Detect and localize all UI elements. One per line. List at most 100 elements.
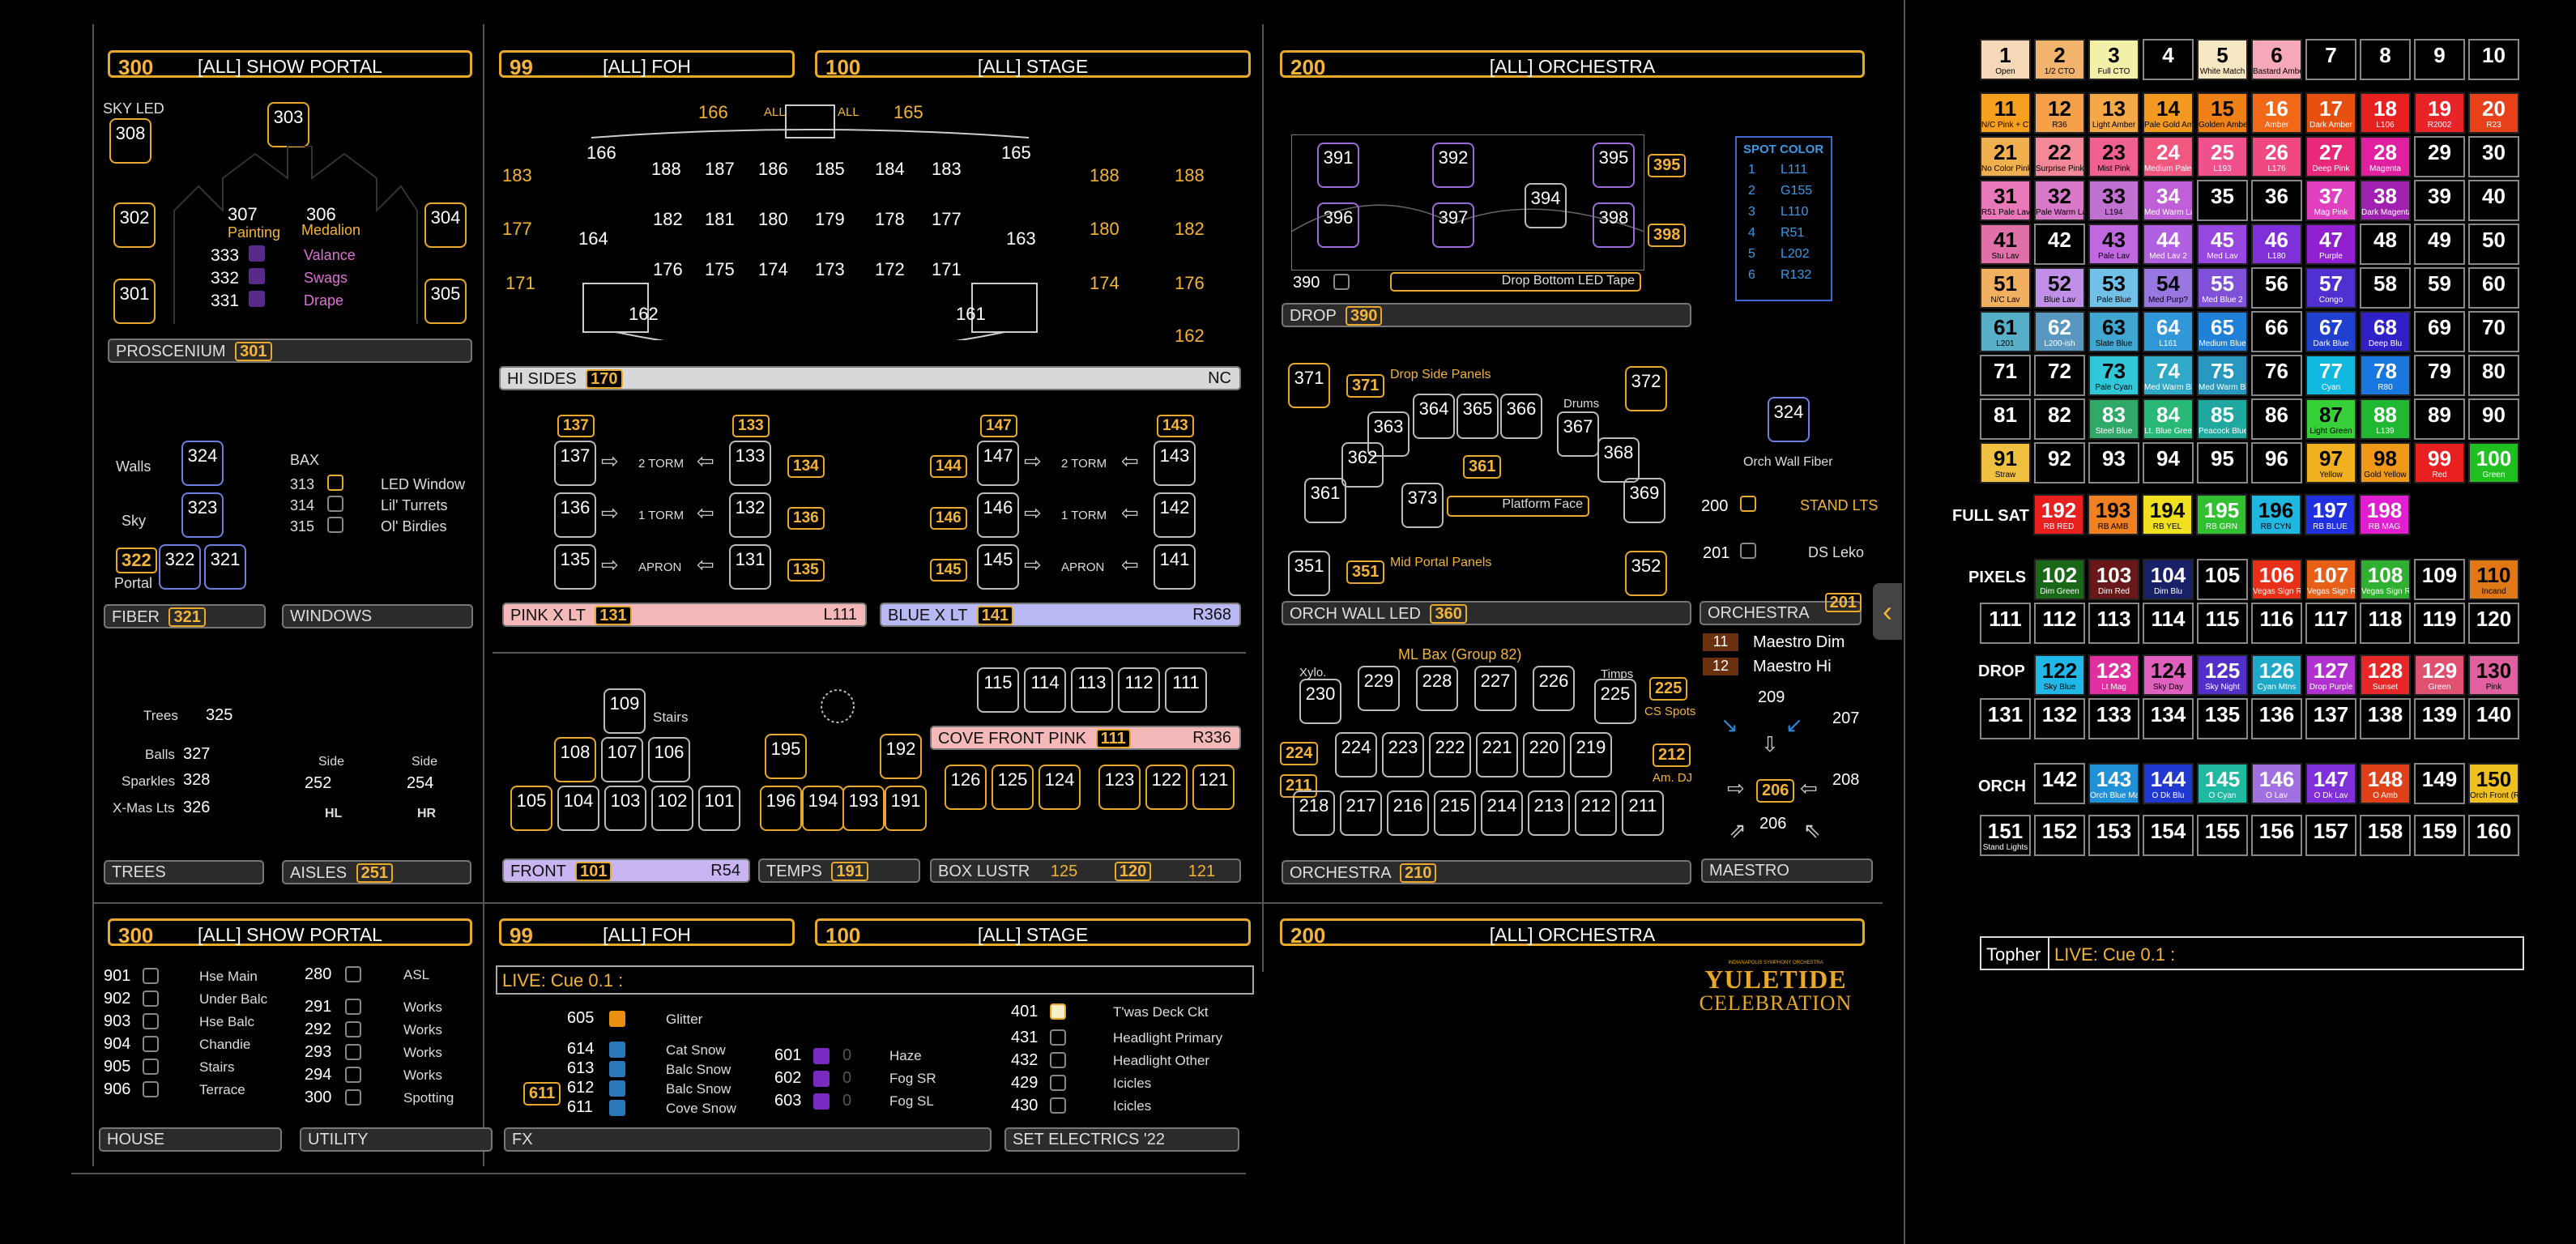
drop-palette-cell-130[interactable]: 130 Pink [2468, 654, 2519, 696]
fx-bar[interactable]: FX [504, 1127, 992, 1152]
orch-wall-fiber-324[interactable]: 324 [1768, 397, 1810, 442]
platform-face-bar[interactable]: Platform Face [1447, 496, 1589, 517]
drop-palette-cell-123[interactable]: 123 Lt Mag [2088, 654, 2139, 696]
orch-channel-227[interactable]: 227 [1474, 666, 1516, 711]
torm-tag-137[interactable]: 137 [557, 415, 595, 437]
fx-tag-611[interactable]: 611 [523, 1082, 561, 1106]
ds-leko-201[interactable]: 201 [1703, 544, 1729, 563]
orchwall-channel-369[interactable]: 369 [1623, 478, 1665, 523]
orchwall-channel-373[interactable]: 373 [1401, 483, 1444, 528]
orch-tag-212[interactable]: 212 [1653, 743, 1691, 767]
torm-channel-142[interactable]: 142 [1154, 492, 1196, 538]
torm-side-tag-145[interactable]: 145 [930, 559, 967, 582]
drop-palette-cell-125[interactable]: 125 Sky Night [2197, 654, 2248, 696]
palette-cell-11[interactable]: 11N/C Pink + CTO [1980, 92, 2031, 134]
header-show-portal[interactable]: 300 [ALL] SHOW PORTAL [108, 50, 472, 79]
palette-cell-12[interactable]: 12 R36 [2034, 92, 2085, 134]
orchestra-201-tag[interactable]: 201 [1824, 593, 1862, 612]
header-stage[interactable]: 100 [ALL] STAGE [815, 50, 1251, 79]
foh-162[interactable]: 162 [629, 304, 659, 325]
maestro-tag-206[interactable]: 206 [1756, 779, 1795, 803]
palette-cell-68[interactable]: 68 Deep Blu [2360, 311, 2411, 352]
orch-palette-cell-142[interactable]: 142 [2034, 763, 2085, 804]
palette-cell-13[interactable]: 13 Light Amber [2088, 92, 2139, 134]
orch-palette-cell-159[interactable]: 159 [2414, 815, 2465, 856]
palette-cell-96[interactable]: 96 [2251, 442, 2302, 484]
palette-cell-45[interactable]: 45 Med Lav [2197, 224, 2248, 265]
palette-cell-97[interactable]: 97 Yellow [2305, 442, 2356, 484]
util-checkbox-293[interactable] [345, 1044, 361, 1060]
orch-palette-cell-146[interactable]: 146 O Lav [2251, 763, 2302, 804]
header-foh[interactable]: 99 [ALL] FOH [499, 50, 795, 79]
orchwall-tag-371[interactable]: 371 [1346, 374, 1385, 398]
palette-cell-46[interactable]: 46 L180 [2251, 224, 2302, 265]
foh-channel-180[interactable]: 180 [758, 209, 788, 230]
palette-cell-87[interactable]: 87 Light Green [2305, 398, 2356, 440]
pixels-cell-106[interactable]: 106Vegas Sign RGW [2251, 559, 2302, 600]
palette-cell-49[interactable]: 49 [2414, 224, 2465, 265]
palette-cell-64[interactable]: 64 L161 [2143, 311, 2194, 352]
pixels-cell-104[interactable]: 104 Dim Blu [2143, 559, 2194, 600]
palette-cell-90[interactable]: 90 [2468, 398, 2519, 440]
palette-cell-47[interactable]: 47 Purple [2305, 224, 2356, 265]
set-checkbox-429[interactable] [1050, 1075, 1066, 1091]
stairs-channel-106[interactable]: 106 [648, 737, 690, 782]
collapse-tab-icon[interactable]: ‹ [1873, 583, 1902, 640]
drop-palette-cell-137[interactable]: 137 [2305, 698, 2356, 739]
orch-channel-230[interactable]: 230 [1299, 679, 1341, 724]
drop-palette-cell-126[interactable]: 126 Cyan Mtns [2251, 654, 2302, 696]
box-channel-122[interactable]: 122 [1145, 765, 1188, 810]
box-channel-124[interactable]: 124 [1039, 765, 1081, 810]
palette-cell-40[interactable]: 40 [2468, 180, 2519, 221]
channel-332[interactable]: 332 [211, 269, 239, 288]
palette-cell-80[interactable]: 80 [2468, 355, 2519, 396]
orch-channel-222[interactable]: 222 [1429, 732, 1471, 778]
foh-channel-165[interactable]: 165 [1001, 143, 1031, 164]
palette-cell-9[interactable]: 9 [2414, 39, 2465, 80]
palette-cell-66[interactable]: 66 [2251, 311, 2302, 352]
palette-cell-15[interactable]: 15 Golden Amber [2197, 92, 2248, 134]
house-checkbox-906[interactable] [143, 1081, 159, 1097]
orch-palette-cell-160[interactable]: 160 [2468, 815, 2519, 856]
foh-channel-171[interactable]: 171 [932, 259, 962, 280]
drop-395[interactable]: 395 [1593, 143, 1635, 188]
torm-tag-147[interactable]: 147 [980, 415, 1017, 437]
util-checkbox-294[interactable] [345, 1067, 361, 1083]
drop-tape-bar[interactable]: Drop Bottom LED Tape [1390, 272, 1641, 292]
cove-channel-113[interactable]: 113 [1071, 667, 1113, 713]
drop-tag-395[interactable]: 395 [1648, 154, 1687, 177]
palette-cell-85[interactable]: 85 Peacock Blue [2197, 398, 2248, 440]
box-lustr-bar[interactable]: BOX LUSTR 125 120 121 [930, 858, 1241, 883]
orch-palette-cell-144[interactable]: 144 O Dk Blu [2143, 763, 2194, 804]
stairs-channel-104[interactable]: 104 [557, 786, 599, 831]
foh-channel-185[interactable]: 185 [815, 159, 845, 180]
orch-palette-cell-154[interactable]: 154 [2143, 815, 2194, 856]
orch-channel-214[interactable]: 214 [1481, 790, 1523, 836]
channel-308[interactable]: 308 [109, 118, 151, 164]
palette-cell-27[interactable]: 27 Deep Pink [2305, 136, 2356, 177]
palette-cell-72[interactable]: 72 [2034, 355, 2085, 396]
set-channel-432[interactable]: 432 [1011, 1051, 1038, 1070]
orch-channel-223[interactable]: 223 [1382, 732, 1424, 778]
palette-cell-42[interactable]: 42 [2034, 224, 2085, 265]
foh-channel-182[interactable]: 182 [653, 209, 683, 230]
pink-x-lt-bar[interactable]: PINK X LT 131 L111 [502, 603, 867, 627]
orch-channel-217[interactable]: 217 [1340, 790, 1382, 836]
drop-palette-cell-140[interactable]: 140 [2468, 698, 2519, 739]
util-channel-294[interactable]: 294 [305, 1066, 331, 1084]
maestro-dim-chip[interactable]: 11 [1703, 633, 1738, 651]
hi-sides-tag[interactable]: 170 [586, 369, 623, 389]
foh-channel-188[interactable]: 188 [651, 159, 681, 180]
drop-palette-cell-124[interactable]: 124 Sky Day [2143, 654, 2194, 696]
drop-392[interactable]: 392 [1432, 143, 1474, 188]
pixels-cell-118[interactable]: 118 [2360, 603, 2411, 644]
palette-cell-88[interactable]: 88 L139 [2360, 398, 2411, 440]
stairs-channel-103[interactable]: 103 [604, 786, 646, 831]
orch-palette-cell-145[interactable]: 145 O Cyan [2197, 763, 2248, 804]
header-stage-bottom[interactable]: 100 [ALL] STAGE [815, 918, 1251, 948]
aisles-bar[interactable]: AISLES 251 [282, 860, 471, 884]
house-channel-906[interactable]: 906 [104, 1080, 130, 1099]
haze-channel-601[interactable]: 601 [774, 1046, 801, 1065]
maestro-hi-chip[interactable]: 12 [1703, 658, 1738, 675]
header-show-portal-bottom[interactable]: 300 [ALL] SHOW PORTAL [108, 918, 472, 948]
